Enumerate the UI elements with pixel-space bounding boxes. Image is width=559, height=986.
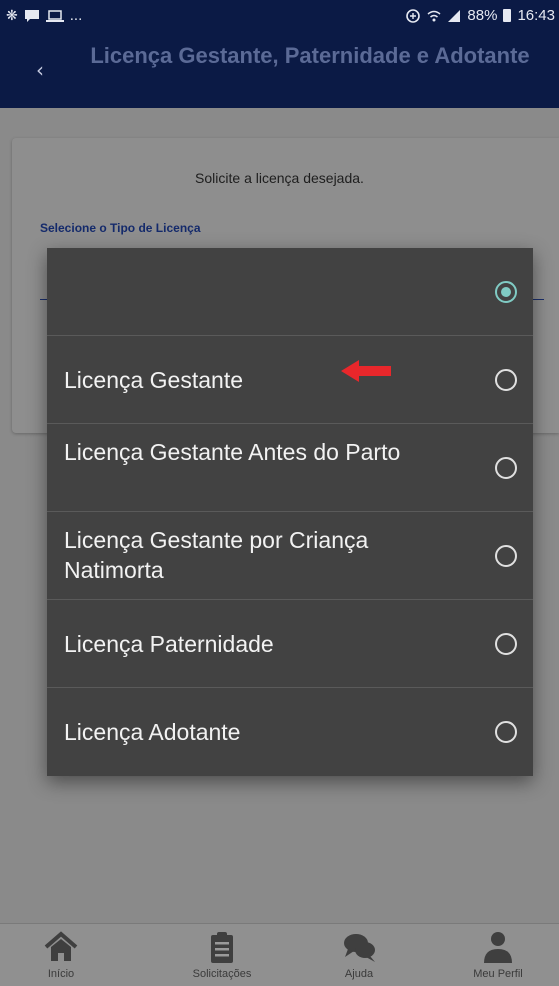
option-label: Licença Gestante por Criança Natimorta <box>64 527 369 583</box>
red-arrow-annotation <box>341 360 391 382</box>
status-right: 88% 16:43 <box>405 7 555 24</box>
wifi-icon <box>427 10 441 21</box>
license-type-dialog: Licença Gestante Licença Gestante Antes … <box>47 248 533 776</box>
radio-unselected[interactable] <box>495 721 517 743</box>
option-licenca-gestante-antes-do-parto[interactable]: Licença Gestante Antes do Parto <box>47 424 533 512</box>
battery-percent: 88% <box>467 7 498 24</box>
radio-unselected[interactable] <box>495 369 517 391</box>
status-left: ❋ ... <box>6 7 82 24</box>
option-licenca-adotante[interactable]: Licença Adotante <box>47 688 533 776</box>
option-licenca-gestante[interactable]: Licença Gestante <box>47 336 533 424</box>
tab-inicio[interactable]: Início <box>6 924 116 986</box>
radio-unselected[interactable] <box>495 457 517 479</box>
clipboard-icon <box>211 932 233 963</box>
status-bar: ❋ ... 88% 16:43 <box>0 0 559 32</box>
option-label: Licença Gestante <box>64 367 244 393</box>
tab-ajuda[interactable]: Ajuda <box>304 924 414 986</box>
back-button[interactable]: ‹ <box>28 58 52 82</box>
tab-solicitacoes[interactable]: Solicitações <box>167 924 277 986</box>
signal-icon <box>448 9 461 22</box>
chat-icon <box>344 934 375 962</box>
tab-label: Ajuda <box>344 968 374 980</box>
option-empty[interactable] <box>47 248 533 336</box>
user-icon <box>484 932 512 963</box>
option-label: Licença Paternidade <box>64 631 274 657</box>
notification-ellipsis: ... <box>69 7 83 24</box>
status-time: 16:43 <box>517 7 555 24</box>
whatsapp-icon: ❋ <box>6 7 18 24</box>
sync-icon <box>406 8 421 23</box>
bottom-tab-bar: Início Solicitações Ajuda Meu Perfil <box>0 923 559 986</box>
tab-label: Meu Perfil <box>473 968 523 980</box>
radio-unselected[interactable] <box>495 545 517 567</box>
chevron-left-icon: ‹ <box>36 58 44 82</box>
option-licenca-paternidade[interactable]: Licença Paternidade <box>47 600 533 688</box>
message-icon <box>24 9 39 22</box>
option-label: Licença Adotante <box>64 719 241 745</box>
intro-text: Solicite a licença desejada. <box>195 170 364 186</box>
app-header: ‹ Licença Gestante, Paternidade e Adotan… <box>0 32 559 108</box>
option-label: Licença Gestante Antes do Parto <box>64 439 401 465</box>
page-title: Licença Gestante, Paternidade e Adotante <box>90 43 530 68</box>
laptop-icon <box>45 9 64 22</box>
radio-unselected[interactable] <box>495 633 517 655</box>
tab-label: Início <box>47 968 75 980</box>
battery-icon <box>503 9 512 22</box>
tab-label: Solicitações <box>192 968 252 980</box>
home-icon <box>44 931 78 961</box>
radio-selected[interactable] <box>495 281 517 303</box>
license-type-label: Selecione o Tipo de Licença <box>40 221 201 235</box>
tab-meu-perfil[interactable]: Meu Perfil <box>443 924 553 986</box>
option-licenca-gestante-natimorta[interactable]: Licença Gestante por Criança Natimorta <box>47 512 533 600</box>
